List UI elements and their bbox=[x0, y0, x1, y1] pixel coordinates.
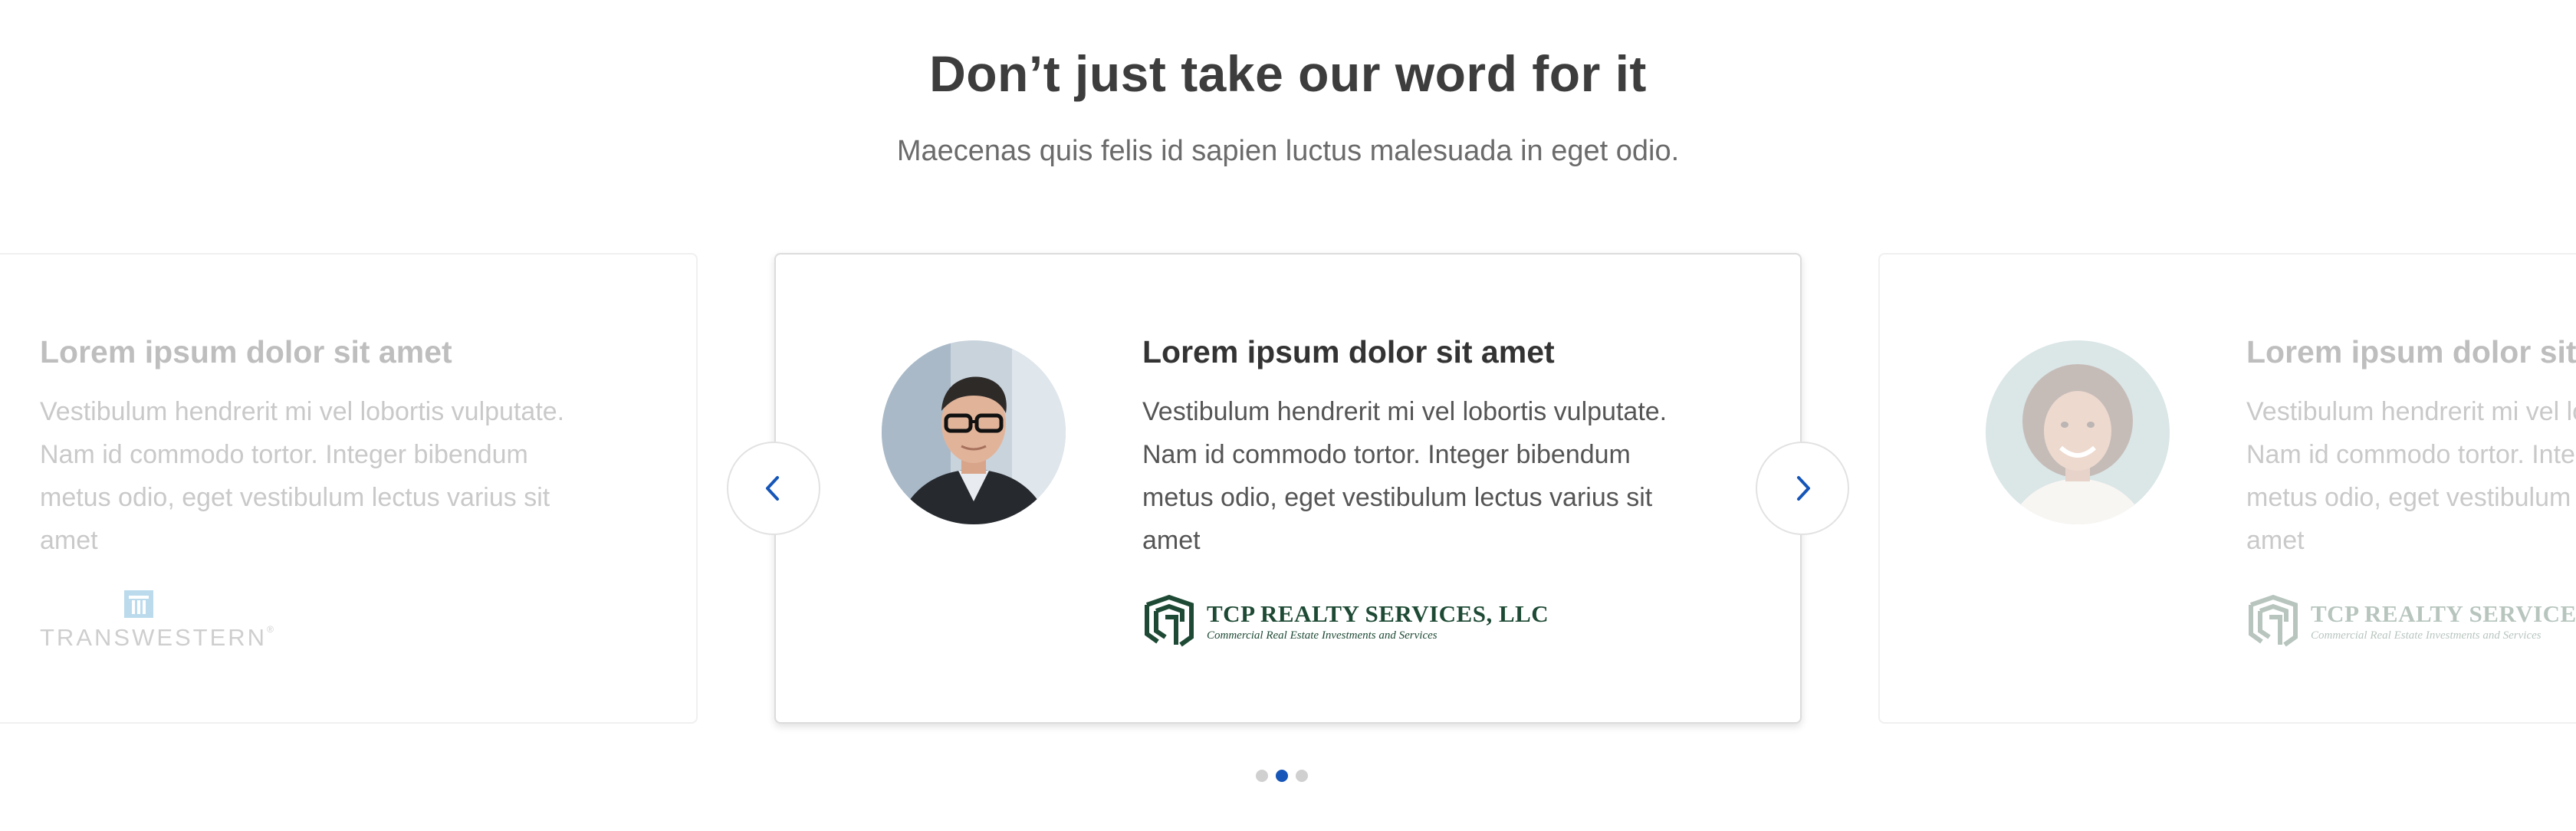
transwestern-logo: TRANSWESTERN® bbox=[40, 590, 274, 652]
transwestern-icon bbox=[124, 590, 153, 618]
section-subtitle: Maecenas quis felis id sapien luctus mal… bbox=[896, 135, 1680, 167]
tcp-realty-icon bbox=[2249, 594, 2298, 647]
pagination-dot[interactable] bbox=[1276, 770, 1288, 782]
pagination-dot[interactable] bbox=[1296, 770, 1308, 782]
testimonial-card-active[interactable]: Lorem ipsum dolor sit amet Vestibulum he… bbox=[774, 253, 1802, 724]
testimonial-text: Lorem ipsum dolor sit amet Vestibulum he… bbox=[1142, 334, 1694, 562]
testimonial-text: Lorem ipsum dolor sit amet Vestibulum he… bbox=[2246, 334, 2576, 562]
testimonial-title: Lorem ipsum dolor sit amet bbox=[1142, 334, 1555, 370]
pagination-dot[interactable] bbox=[1256, 770, 1268, 782]
tcp-text: TCP REALTY SERVICES, LLC Commercial Real… bbox=[2311, 600, 2576, 642]
carousel-pagination bbox=[1256, 770, 1308, 782]
woman-portrait-image bbox=[1986, 340, 2170, 524]
tcp-tagline: Commercial Real Estate Investments and S… bbox=[1207, 629, 1438, 642]
next-slide-button[interactable] bbox=[1756, 442, 1849, 535]
man-avatar bbox=[882, 340, 1066, 524]
testimonial-title: Lorem ipsum dolor sit amet bbox=[40, 334, 452, 370]
testimonial-card-previous[interactable]: Lorem ipsum dolor sit amet Vestibulum he… bbox=[0, 253, 698, 724]
registered-mark: ® bbox=[267, 624, 274, 635]
chevron-left-icon bbox=[766, 476, 779, 501]
testimonial-text: Lorem ipsum dolor sit amet Vestibulum he… bbox=[40, 334, 592, 562]
tcp-name: TCP REALTY SERVICES, LLC bbox=[2311, 599, 2576, 627]
man-portrait-image bbox=[882, 340, 1066, 524]
chevron-right-icon bbox=[1797, 476, 1810, 501]
testimonial-body: Vestibulum hendrerit mi vel lobortis vul… bbox=[40, 397, 565, 555]
previous-slide-button[interactable] bbox=[727, 442, 820, 535]
tcp-realty-logo: TCP REALTY SERVICES, LLC Commercial Real… bbox=[1142, 590, 1549, 652]
tcp-text: TCP REALTY SERVICES, LLC Commercial Real… bbox=[1207, 600, 1549, 642]
transwestern-name: TRANSWESTERN bbox=[40, 624, 268, 651]
tcp-name: TCP REALTY SERVICES, LLC bbox=[1207, 599, 1549, 627]
section-title: Don’t just take our word for it bbox=[929, 45, 1647, 102]
woman-avatar bbox=[1986, 340, 2170, 524]
testimonial-body: Vestibulum hendrerit mi vel lobortis vul… bbox=[1142, 397, 1668, 555]
tcp-realty-logo: TCP REALTY SERVICES, LLC Commercial Real… bbox=[2246, 590, 2576, 652]
testimonial-body: Vestibulum hendrerit mi vel lobortis vul… bbox=[2246, 397, 2576, 555]
testimonial-title: Lorem ipsum dolor sit amet bbox=[2246, 334, 2576, 370]
testimonial-card-next[interactable]: Lorem ipsum dolor sit amet Vestibulum he… bbox=[1878, 253, 2576, 724]
tcp-tagline: Commercial Real Estate Investments and S… bbox=[2311, 629, 2542, 642]
tcp-realty-icon bbox=[1145, 594, 1194, 647]
